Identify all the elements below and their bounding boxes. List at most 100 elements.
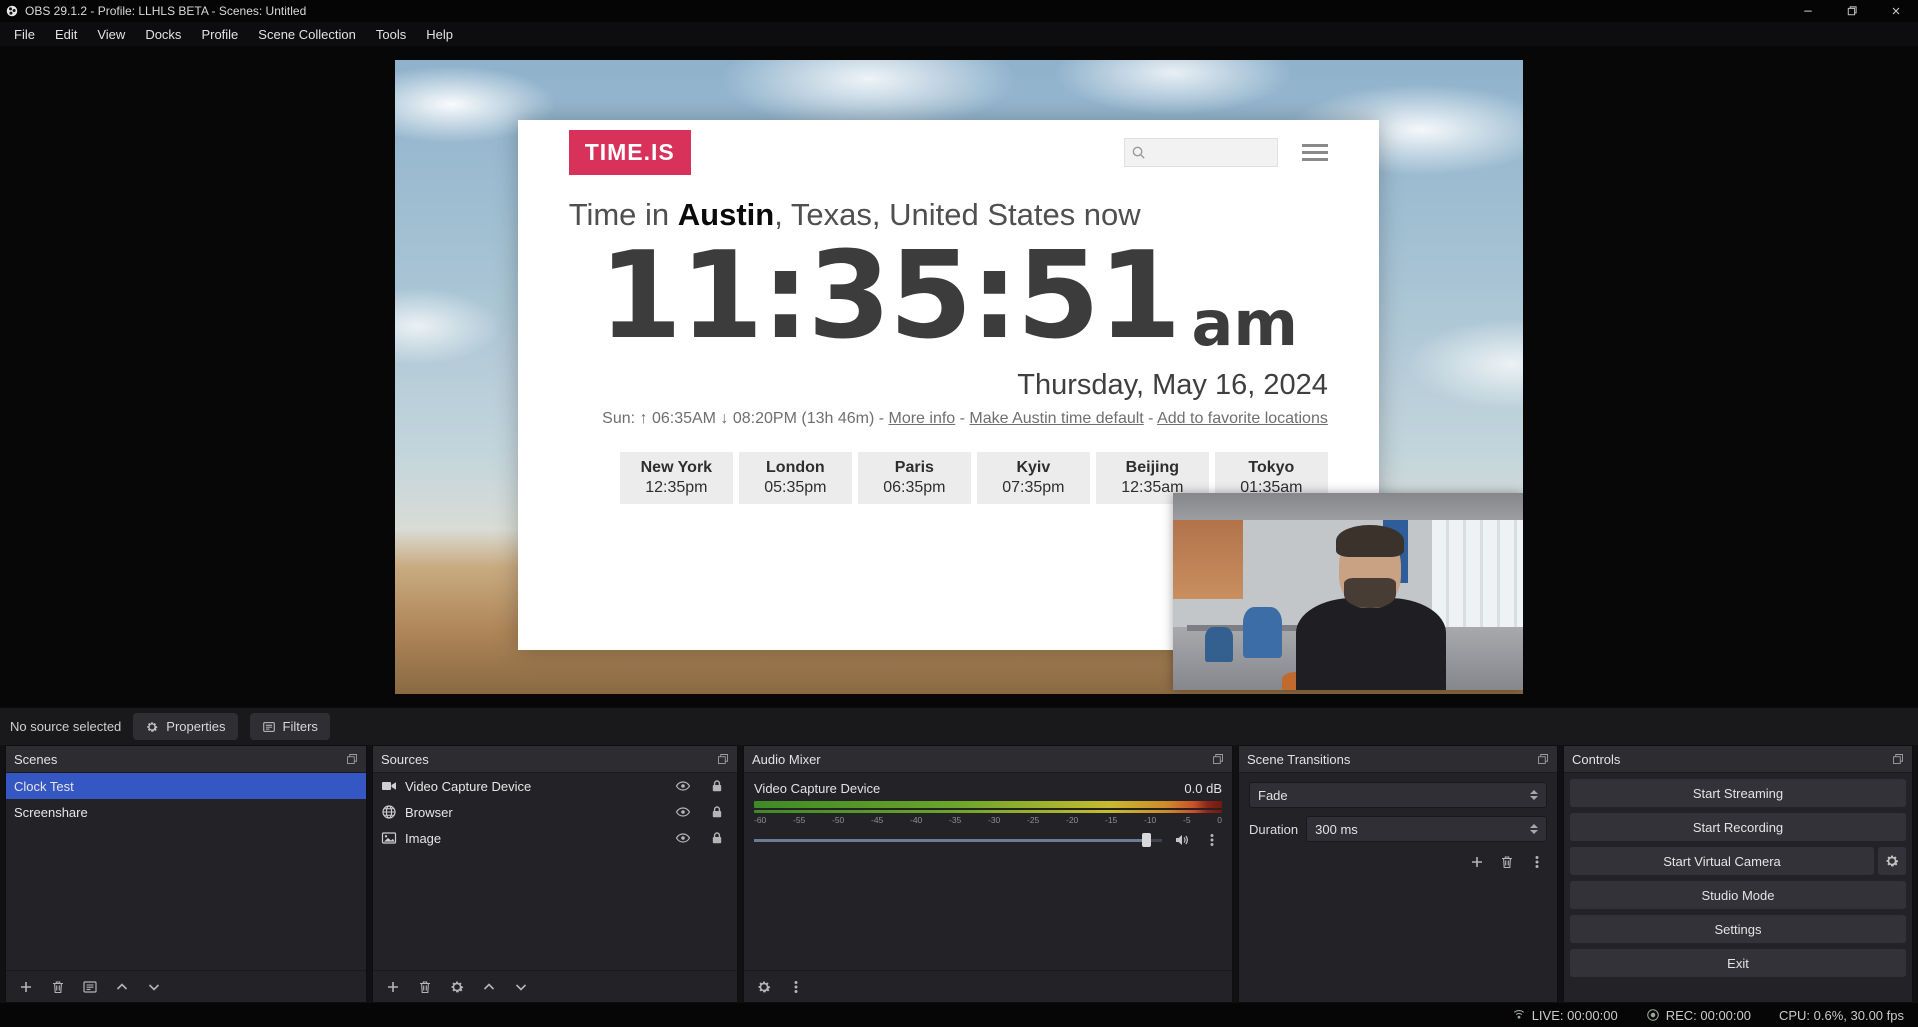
city-box: Kyiv 07:35pm <box>977 452 1090 504</box>
source-item-video-capture[interactable]: Video Capture Device <box>373 773 737 799</box>
close-button[interactable] <box>1874 0 1918 22</box>
channel-options-button[interactable] <box>1202 830 1222 850</box>
scenes-dock-button[interactable] <box>346 753 358 765</box>
visibility-toggle-icon[interactable] <box>673 802 693 822</box>
menu-docks[interactable]: Docks <box>135 24 191 45</box>
remove-source-button[interactable] <box>415 977 435 997</box>
duration-spinner[interactable]: 300 ms <box>1306 816 1547 842</box>
transitions-panel-title: Scene Transitions <box>1247 752 1350 767</box>
title-bar: OBS 29.1.2 - Profile: LLHLS BETA - Scene… <box>0 0 1918 22</box>
transition-options-button[interactable] <box>1527 852 1547 872</box>
scene-up-button[interactable] <box>112 977 132 997</box>
remove-scene-button[interactable] <box>48 977 68 997</box>
menu-file[interactable]: File <box>4 24 45 45</box>
sources-panel: Sources Video Capture Device Browser <box>372 745 738 1003</box>
timeis-sun-line: Sun: ↑ 06:35AM ↓ 08:20PM (13h 46m) - Mor… <box>569 410 1328 428</box>
source-up-button[interactable] <box>479 977 499 997</box>
audio-mixer-title: Audio Mixer <box>752 752 821 767</box>
menu-view[interactable]: View <box>87 24 135 45</box>
volume-slider[interactable] <box>754 832 1162 848</box>
source-properties-button[interactable] <box>447 977 467 997</box>
virtual-camera-config-button[interactable] <box>1878 847 1906 875</box>
source-item-browser[interactable]: Browser <box>373 799 737 825</box>
record-icon <box>1646 1008 1660 1022</box>
maximize-button[interactable] <box>1830 0 1874 22</box>
menu-bar: File Edit View Docks Profile Scene Colle… <box>0 22 1918 46</box>
transition-select[interactable]: Fade <box>1249 782 1547 808</box>
menu-help[interactable]: Help <box>416 24 463 45</box>
menu-edit[interactable]: Edit <box>45 24 87 45</box>
scene-transitions-panel: Scene Transitions Fade Duration 300 ms <box>1238 745 1558 1003</box>
exit-button[interactable]: Exit <box>1570 949 1906 977</box>
start-recording-button[interactable]: Start Recording <box>1570 813 1906 841</box>
hamburger-menu-icon <box>1302 144 1328 161</box>
properties-button[interactable]: Properties <box>133 713 237 740</box>
scenes-panel-title: Scenes <box>14 752 57 767</box>
audio-dock-button[interactable] <box>1212 753 1224 765</box>
scene-item-clock-test[interactable]: Clock Test <box>6 773 366 799</box>
lock-toggle-icon[interactable] <box>707 828 727 848</box>
more-info-link: More info <box>889 410 956 427</box>
window-title: OBS 29.1.2 - Profile: LLHLS BETA - Scene… <box>25 4 306 18</box>
mixer-options-button[interactable] <box>786 977 806 997</box>
combo-arrows-icon <box>1530 790 1538 800</box>
filters-button[interactable]: Filters <box>250 713 330 740</box>
globe-icon <box>381 804 397 820</box>
start-streaming-button[interactable]: Start Streaming <box>1570 779 1906 807</box>
volume-slider-handle[interactable] <box>1142 833 1151 847</box>
duration-label: Duration <box>1249 822 1298 837</box>
sources-dock-button[interactable] <box>717 753 729 765</box>
menu-profile[interactable]: Profile <box>191 24 248 45</box>
meter-scale: -60-55-50-45-40-35-30-25-20-15-10-50 <box>754 815 1222 825</box>
menu-scene-collection[interactable]: Scene Collection <box>248 24 366 45</box>
source-toolbar: No source selected Properties Filters <box>0 707 1918 745</box>
obs-logo-icon <box>6 5 18 17</box>
source-down-button[interactable] <box>511 977 531 997</box>
visibility-toggle-icon[interactable] <box>673 776 693 796</box>
city-box: Paris 06:35pm <box>858 452 971 504</box>
timeis-header: TIME.IS <box>569 130 1328 175</box>
studio-mode-button[interactable]: Studio Mode <box>1570 881 1906 909</box>
volume-meter-2 <box>754 810 1222 813</box>
minimize-button[interactable] <box>1786 0 1830 22</box>
mute-button[interactable] <box>1172 830 1192 850</box>
cpu-fps-status: CPU: 0.6%, 30.00 fps <box>1779 1008 1904 1023</box>
spinner-arrows-icon <box>1530 824 1538 834</box>
scene-filters-button[interactable] <box>80 977 100 997</box>
audio-mixer-panel: Audio Mixer Video Capture Device 0.0 dB … <box>743 745 1233 1003</box>
add-source-button[interactable] <box>383 977 403 997</box>
rec-status: REC: 00:00:00 <box>1646 1008 1751 1023</box>
source-item-image[interactable]: Image <box>373 825 737 851</box>
scene-item-screenshare[interactable]: Screenshare <box>6 799 366 825</box>
city-box: New York 12:35pm <box>620 452 733 504</box>
advanced-audio-button[interactable] <box>754 977 774 997</box>
status-bar: LIVE: 00:00:00 REC: 00:00:00 CPU: 0.6%, … <box>0 1003 1918 1027</box>
controls-dock-button[interactable] <box>1892 753 1904 765</box>
timeis-logo: TIME.IS <box>569 130 691 175</box>
remove-transition-button[interactable] <box>1497 852 1517 872</box>
add-favorite-link: Add to favorite locations <box>1157 410 1328 427</box>
live-status: LIVE: 00:00:00 <box>1512 1008 1618 1023</box>
lock-toggle-icon[interactable] <box>707 776 727 796</box>
visibility-toggle-icon[interactable] <box>673 828 693 848</box>
start-virtual-camera-button[interactable]: Start Virtual Camera <box>1570 847 1874 875</box>
sources-panel-title: Sources <box>381 752 429 767</box>
menu-tools[interactable]: Tools <box>366 24 416 45</box>
add-scene-button[interactable] <box>16 977 36 997</box>
filter-icon <box>262 720 276 734</box>
preview-area: TIME.IS Time in Austin, Texas, United St… <box>0 46 1918 707</box>
webcam-overlay <box>1173 493 1523 690</box>
mixer-level-db: 0.0 dB <box>1184 781 1222 796</box>
lock-toggle-icon[interactable] <box>707 802 727 822</box>
scene-down-button[interactable] <box>144 977 164 997</box>
settings-button[interactable]: Settings <box>1570 915 1906 943</box>
city-box: London 05:35pm <box>739 452 852 504</box>
broadcast-icon <box>1512 1008 1526 1022</box>
mixer-channel-name: Video Capture Device <box>754 781 880 796</box>
scenes-panel: Scenes Clock Test Screenshare <box>5 745 367 1003</box>
add-transition-button[interactable] <box>1467 852 1487 872</box>
scene-canvas[interactable]: TIME.IS Time in Austin, Texas, United St… <box>395 60 1523 694</box>
webcam-person <box>1296 513 1446 690</box>
transitions-dock-button[interactable] <box>1537 753 1549 765</box>
timeis-date: Thursday, May 16, 2024 <box>569 369 1328 402</box>
